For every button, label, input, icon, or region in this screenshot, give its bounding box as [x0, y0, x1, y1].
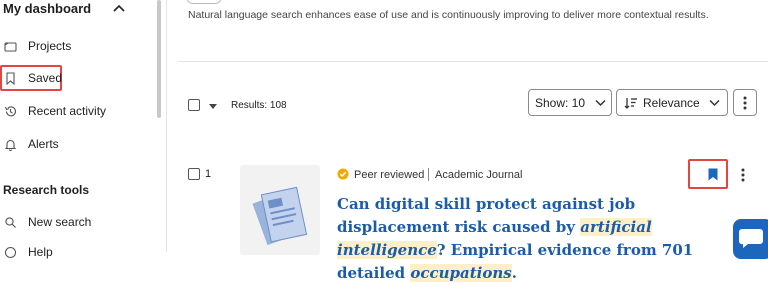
document-icon: [252, 186, 308, 246]
sidebar-item-label: Alerts: [28, 137, 59, 151]
result-checkbox[interactable]: [188, 168, 200, 180]
select-all-checkbox[interactable]: [188, 99, 200, 111]
sidebar-item-saved[interactable]: Saved: [0, 66, 150, 90]
peer-reviewed-icon: [337, 168, 349, 180]
peer-reviewed-label: Peer reviewed: [354, 169, 425, 181]
chevron-down-icon: [595, 99, 606, 107]
bookmark-icon[interactable]: [708, 168, 718, 181]
research-tools-heading: Research tools: [3, 183, 90, 197]
sidebar-divider: [166, 0, 167, 252]
help-icon: [4, 246, 17, 258]
select-options-caret[interactable]: [209, 104, 217, 109]
chat-icon: [738, 229, 763, 248]
kebab-icon: [743, 96, 747, 109]
folder-icon: [4, 41, 17, 52]
chevron-up-icon[interactable]: [112, 2, 126, 14]
sidebar: My dashboard Projects Saved Recent activ…: [0, 0, 156, 259]
meta-separator: [428, 168, 429, 181]
sidebar-item-new-search[interactable]: New search: [0, 210, 150, 234]
sidebar-item-label: New search: [28, 215, 92, 229]
sidebar-item-label: Saved: [28, 71, 63, 85]
sidebar-item-label: Projects: [28, 39, 72, 53]
show-per-page-value: Show: 10: [535, 95, 586, 110]
title-text: .: [511, 264, 517, 282]
more-options-button[interactable]: [733, 89, 757, 116]
history-icon: [4, 105, 17, 116]
title-highlight: intelligence: [337, 241, 437, 259]
chevron-down-icon: [709, 99, 720, 107]
result-thumbnail[interactable]: [240, 165, 320, 255]
sidebar-item-recent-activity[interactable]: Recent activity: [0, 99, 150, 123]
nl-search-note: Natural language search enhances ease of…: [188, 9, 709, 21]
bell-icon: [4, 139, 17, 151]
sidebar-item-label: Help: [28, 245, 53, 259]
sidebar-scrollbar[interactable]: [157, 0, 161, 118]
sidebar-item-label: Recent activity: [28, 104, 107, 118]
section-divider: [178, 61, 768, 62]
result-number: 1: [205, 168, 212, 180]
show-per-page-select[interactable]: Show: 10: [528, 89, 612, 116]
nl-search-toggle[interactable]: [186, 0, 222, 4]
sort-value: Relevance: [643, 95, 700, 110]
result-title-link[interactable]: Can digital skill protect against job di…: [337, 193, 717, 285]
dashboard-heading: My dashboard: [3, 1, 92, 16]
sidebar-item-alerts[interactable]: Alerts: [0, 132, 150, 156]
title-highlight: artificial: [580, 218, 652, 236]
chat-button[interactable]: [733, 219, 768, 259]
search-icon: [5, 216, 16, 228]
sort-icon: [624, 98, 637, 109]
bookmark-icon: [6, 71, 15, 85]
publication-type: Academic Journal: [435, 169, 523, 181]
sidebar-item-help[interactable]: Help: [0, 240, 150, 264]
title-highlight: occupations: [410, 264, 512, 282]
results-count: Results: 108: [231, 100, 287, 111]
sidebar-item-projects[interactable]: Projects: [0, 34, 150, 58]
sort-select[interactable]: Relevance: [616, 89, 728, 116]
result-more-options-icon[interactable]: [741, 168, 745, 182]
